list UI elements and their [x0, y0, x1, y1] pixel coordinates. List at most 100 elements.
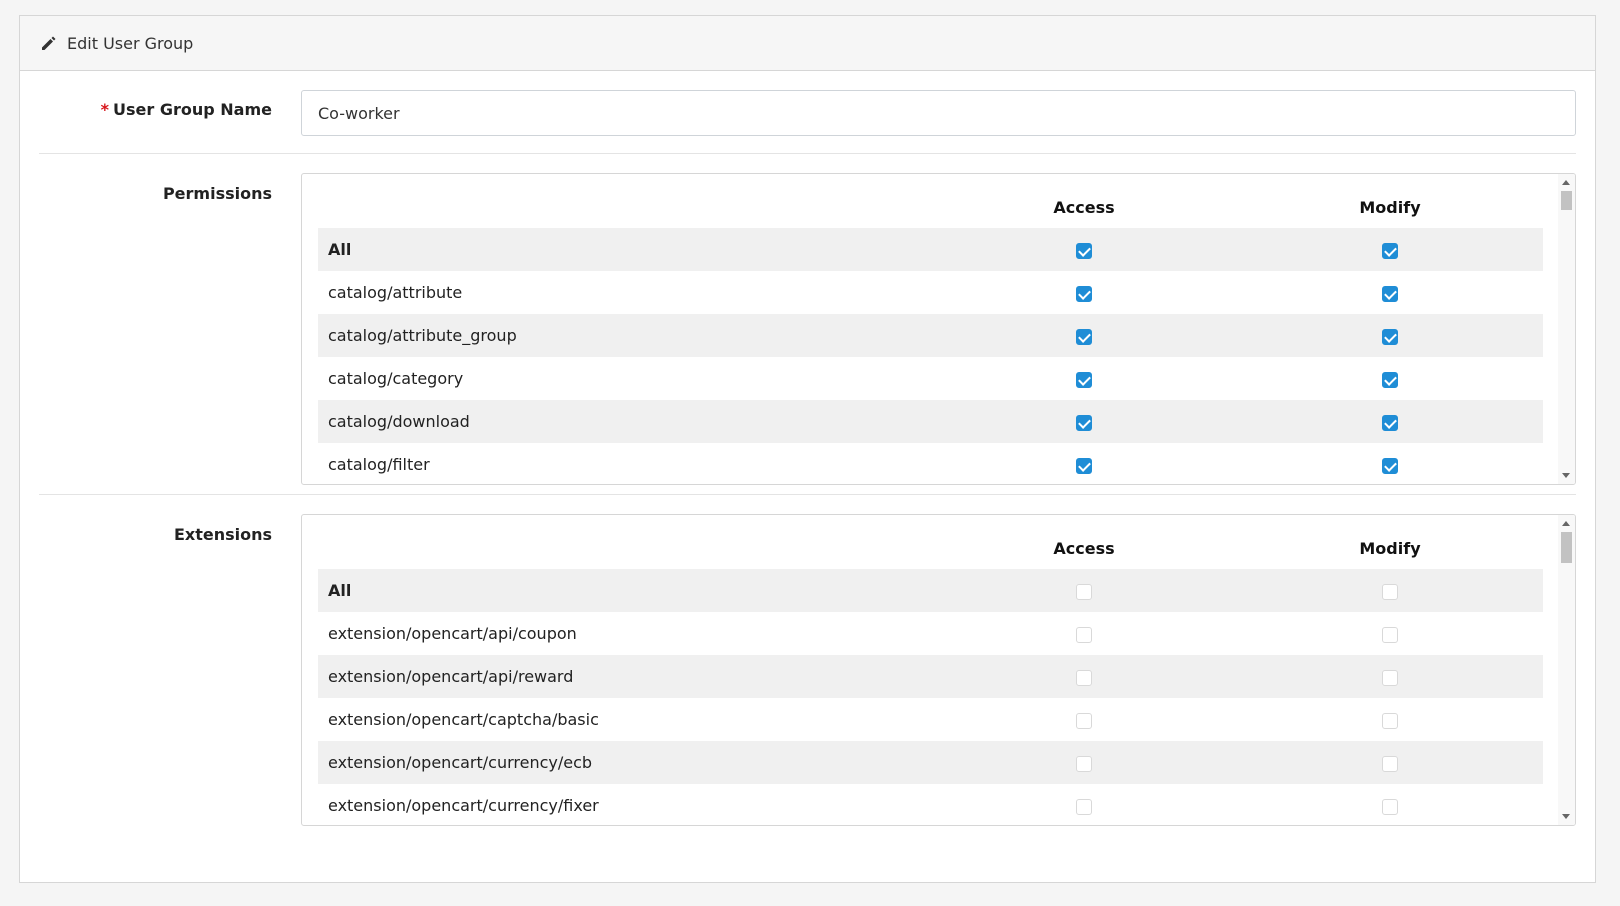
scroll-up-arrow-icon[interactable]	[1562, 180, 1570, 185]
permission-route: catalog/download	[318, 400, 931, 443]
access-checkbox[interactable]	[1076, 457, 1092, 474]
card-header: Edit User Group	[20, 16, 1595, 71]
access-checkbox[interactable]	[1076, 626, 1092, 643]
permissions-box: Access Modify All catalog/attribute catalo…	[301, 173, 1576, 485]
table-row: extension/opencart/api/coupon	[318, 612, 1543, 655]
modify-checkbox[interactable]	[1382, 242, 1398, 259]
extensions-scrollbar[interactable]	[1558, 515, 1575, 825]
modify-cell	[1237, 655, 1543, 698]
edit-user-group-card: Edit User Group *User Group Name Permiss…	[19, 15, 1596, 883]
modify-checkbox[interactable]	[1382, 328, 1398, 345]
permissions-scrollbar[interactable]	[1558, 174, 1575, 484]
permissions-label: Permissions	[162, 184, 272, 203]
access-checkbox[interactable]	[1076, 712, 1092, 729]
access-checkbox[interactable]	[1076, 755, 1092, 772]
extensions-scroll-thumb[interactable]	[1561, 532, 1572, 563]
extensions-name-header	[318, 527, 931, 569]
access-cell	[931, 784, 1237, 825]
modify-checkbox[interactable]	[1382, 285, 1398, 302]
table-row: All	[318, 569, 1543, 612]
permissions-name-header	[318, 186, 931, 228]
permission-route: All	[318, 569, 931, 612]
required-mark: *	[100, 100, 110, 119]
access-checkbox[interactable]	[1076, 414, 1092, 431]
modify-cell	[1237, 357, 1543, 400]
modify-checkbox[interactable]	[1382, 457, 1398, 474]
modify-checkbox[interactable]	[1382, 755, 1398, 772]
modify-checkbox[interactable]	[1382, 371, 1398, 388]
access-cell	[931, 314, 1237, 357]
access-cell	[931, 612, 1237, 655]
modify-checkbox[interactable]	[1382, 669, 1398, 686]
access-cell	[931, 443, 1237, 484]
access-cell	[931, 741, 1237, 784]
modify-cell	[1237, 784, 1543, 825]
modify-cell	[1237, 612, 1543, 655]
modify-checkbox[interactable]	[1382, 798, 1398, 815]
modify-cell	[1237, 569, 1543, 612]
user-group-name-label-text: User Group Name	[113, 100, 272, 119]
table-row: extension/opencart/currency/ecb	[318, 741, 1543, 784]
table-row: catalog/attribute	[318, 271, 1543, 314]
modify-checkbox[interactable]	[1382, 583, 1398, 600]
user-group-name-label: * User Group Name	[20, 100, 272, 119]
access-cell	[931, 655, 1237, 698]
modify-cell	[1237, 228, 1543, 271]
modify-cell	[1237, 443, 1543, 484]
permission-route: catalog/filter	[328, 455, 430, 474]
card-title: Edit User Group	[67, 33, 194, 53]
scroll-down-arrow-icon[interactable]	[1562, 473, 1570, 478]
table-row: All	[318, 228, 1543, 271]
access-cell	[931, 698, 1237, 741]
modify-cell	[1237, 314, 1543, 357]
permission-route: extension/opencart/currency/ecb	[318, 741, 931, 784]
access-cell	[931, 357, 1237, 400]
extensions-table: Access Modify All extension/opencart/api/…	[318, 527, 1543, 825]
table-row: extension/opencart/api/reward	[318, 655, 1543, 698]
access-checkbox[interactable]	[1076, 371, 1092, 388]
table-row: extension/opencart/captcha/basic	[318, 698, 1543, 741]
table-row: catalog/filter	[318, 443, 1543, 484]
divider	[39, 153, 1576, 154]
access-cell	[931, 228, 1237, 271]
modify-cell	[1237, 400, 1543, 443]
access-checkbox[interactable]	[1076, 583, 1092, 600]
pencil-icon	[40, 34, 58, 52]
permissions-scroll-thumb[interactable]	[1561, 191, 1572, 210]
extensions-modify-header: Modify	[1359, 538, 1421, 558]
extensions-label: Extensions	[173, 525, 272, 544]
table-row: catalog/attribute_group	[318, 314, 1543, 357]
permission-route: catalog/category	[328, 369, 464, 388]
permission-route: extension/opencart/api/coupon	[328, 624, 577, 643]
permission-route: extension/opencart/currency/fixer	[328, 796, 599, 815]
modify-checkbox[interactable]	[1382, 712, 1398, 729]
permission-route: catalog/attribute_group	[318, 314, 931, 357]
scroll-down-arrow-icon[interactable]	[1562, 814, 1570, 819]
permissions-modify-header: Modify	[1359, 197, 1421, 217]
access-cell	[931, 569, 1237, 612]
access-checkbox[interactable]	[1076, 285, 1092, 302]
permissions-access-header: Access	[1053, 197, 1115, 217]
access-checkbox[interactable]	[1076, 798, 1092, 815]
table-row: catalog/category	[318, 357, 1543, 400]
access-cell	[931, 271, 1237, 314]
modify-checkbox[interactable]	[1382, 414, 1398, 431]
user-group-name-input[interactable]	[301, 90, 1576, 136]
divider	[39, 494, 1576, 495]
permission-route: All	[318, 228, 931, 271]
modify-cell	[1237, 271, 1543, 314]
permission-route: extension/opencart/api/reward	[318, 655, 931, 698]
access-checkbox[interactable]	[1076, 328, 1092, 345]
access-checkbox[interactable]	[1076, 242, 1092, 259]
modify-cell	[1237, 698, 1543, 741]
table-row: extension/opencart/currency/fixer	[318, 784, 1543, 825]
table-row: catalog/download	[318, 400, 1543, 443]
access-checkbox[interactable]	[1076, 669, 1092, 686]
scroll-up-arrow-icon[interactable]	[1562, 521, 1570, 526]
extensions-box: Access Modify All extension/opencart/api/…	[301, 514, 1576, 826]
modify-cell	[1237, 741, 1543, 784]
permission-route: catalog/attribute	[328, 283, 463, 302]
extensions-access-header: Access	[1053, 538, 1115, 558]
permission-route: extension/opencart/captcha/basic	[328, 710, 599, 729]
modify-checkbox[interactable]	[1382, 626, 1398, 643]
